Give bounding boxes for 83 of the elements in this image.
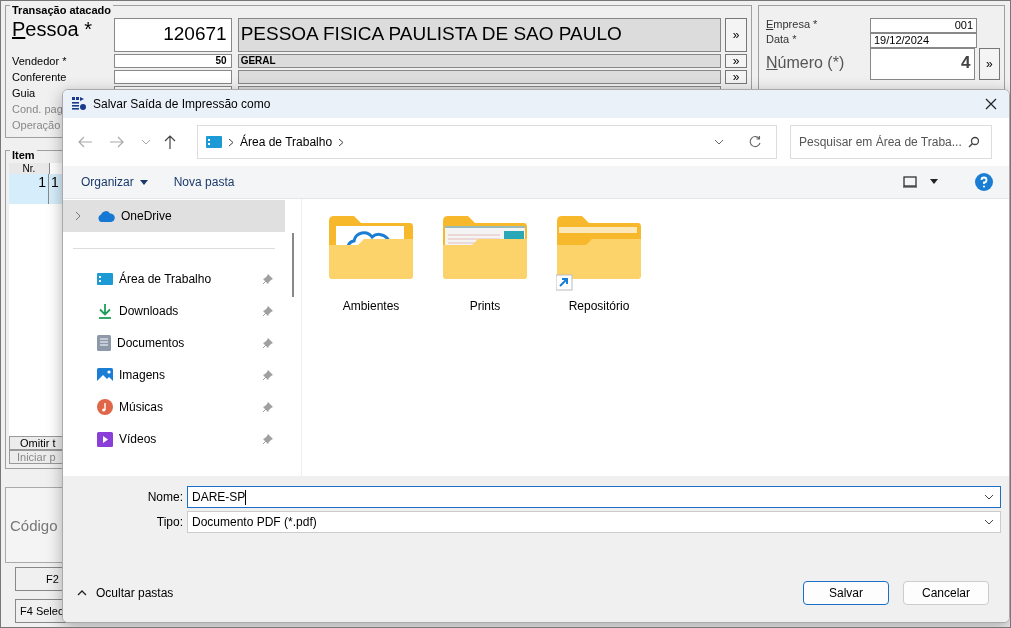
caret-icon[interactable] (929, 179, 939, 185)
chevron-down-icon[interactable] (714, 138, 724, 146)
column-header: Nr. (9, 162, 50, 174)
group-title: Transação atacado (10, 4, 114, 16)
address-bar[interactable]: Área de Trabalho (197, 125, 777, 159)
help-icon[interactable] (975, 173, 993, 191)
nav-item[interactable]: Vídeos (63, 423, 285, 455)
nav-item[interactable]: OneDrive (63, 200, 285, 232)
refresh-icon[interactable] (748, 135, 762, 149)
nav-item[interactable]: Imagens (63, 359, 285, 391)
folder-item[interactable]: Ambientes (328, 213, 414, 313)
field-label: Número (*) (766, 54, 845, 71)
document-icon (97, 335, 111, 351)
save-button[interactable]: Salvar (803, 581, 889, 605)
chevron-up-icon (77, 590, 87, 596)
field-label: Conferente (12, 71, 67, 83)
caret-icon (139, 179, 148, 185)
group-title: Item (10, 148, 37, 161)
chevron-right-icon (228, 137, 234, 147)
nav-item[interactable]: Área de Trabalho (63, 263, 285, 295)
folder-item[interactable]: Prints (442, 213, 528, 313)
music-icon (97, 399, 113, 415)
search-field[interactable]: Pesquisar em Área de Traba... (790, 125, 992, 159)
video-icon (97, 431, 113, 447)
lookup-button[interactable]: » (725, 54, 747, 68)
lookup-button[interactable]: » (978, 48, 1000, 80)
organize-menu-button[interactable]: Organizar (71, 171, 158, 193)
close-icon[interactable] (985, 98, 997, 110)
pin-icon[interactable] (263, 402, 273, 412)
new-folder-button[interactable]: Nova pasta (163, 171, 245, 193)
input-field[interactable]: 001 (870, 18, 977, 33)
pin-icon[interactable] (263, 306, 273, 316)
nav-item[interactable]: Documentos (63, 327, 285, 359)
view-icon[interactable] (903, 176, 917, 188)
code-field[interactable]: 120671 (114, 18, 232, 52)
field-label: Empresa * (766, 18, 818, 30)
file-name-field[interactable]: DARE-SP (187, 486, 1001, 508)
field-label: Vendedor * (12, 55, 67, 67)
name-field: PESSOA FISICA PAULISTA DE SAO PAULO (237, 18, 722, 52)
field-label: Cond. pag (12, 103, 63, 115)
picture-icon (97, 367, 113, 383)
cloud-icon (97, 210, 115, 222)
dialog-title: Salvar Saída de Impressão como (93, 97, 271, 111)
code-field[interactable] (114, 70, 232, 84)
app-icon (71, 96, 87, 112)
field-label: Operação (12, 119, 61, 131)
field-label: Pessoa * (12, 18, 93, 41)
table-cell: 1 (9, 173, 49, 204)
cancel-button[interactable]: Cancelar (903, 581, 989, 605)
field-label: Tipo: (155, 515, 183, 529)
chevron-right-icon[interactable] (338, 137, 345, 147)
scrollbar-thumb[interactable] (292, 233, 294, 297)
input-field[interactable]: 19/12/2024 (870, 33, 977, 48)
hide-folders-button[interactable]: Ocultar pastas (77, 586, 174, 600)
pin-icon[interactable] (263, 338, 273, 348)
breadcrumb-item[interactable]: Área de Trabalho (240, 135, 333, 149)
up-arrow-icon[interactable] (163, 134, 177, 150)
name-field: GERAL (237, 54, 722, 68)
desktop-icon (206, 136, 222, 148)
table-cell-text: 1 (50, 173, 59, 192)
chevron-down-icon[interactable] (984, 519, 994, 525)
code-label: Código (10, 516, 58, 534)
expand-chevron-icon[interactable] (75, 211, 81, 221)
pin-icon[interactable] (263, 274, 273, 284)
field-label: Guia (12, 87, 36, 99)
folder-item[interactable]: Repositório (556, 213, 642, 313)
folder-icon (556, 213, 642, 291)
forward-arrow-icon[interactable] (109, 135, 125, 149)
back-arrow-icon[interactable] (77, 135, 93, 149)
input-field[interactable]: 4 (870, 48, 975, 80)
nav-item[interactable]: Músicas (63, 391, 285, 423)
field-label: Data * (766, 33, 797, 45)
file-type-dropdown[interactable]: Documento PDF (*.pdf) (187, 511, 1001, 533)
lookup-button[interactable]: » (725, 70, 747, 84)
desktop-icon (97, 272, 113, 286)
field-label: Nome: (146, 490, 183, 504)
download-icon (97, 303, 113, 319)
pin-icon[interactable] (263, 370, 273, 380)
nav-item[interactable]: Downloads (63, 295, 285, 327)
lookup-button[interactable]: » (725, 18, 747, 52)
chevron-down-icon[interactable] (984, 494, 994, 500)
code-field[interactable]: 50 (114, 54, 232, 68)
pin-icon[interactable] (263, 434, 273, 444)
